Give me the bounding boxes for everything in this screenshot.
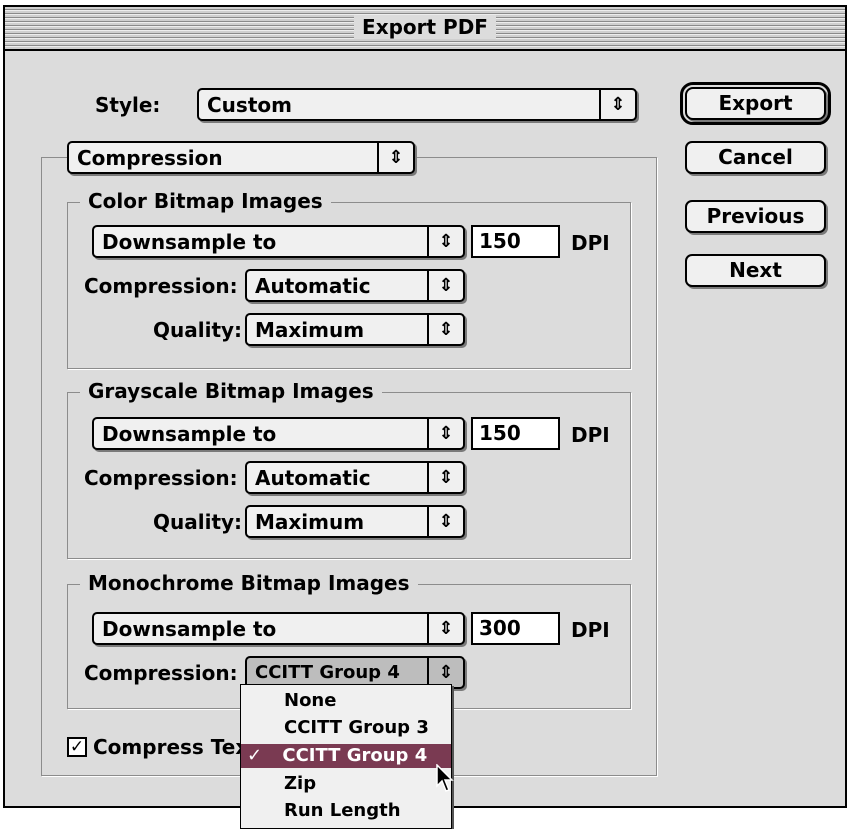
updown-arrows-icon: ⇕: [427, 315, 463, 344]
grayscale-downsample-popup[interactable]: Downsample to ⇕: [92, 417, 465, 450]
color-quality-label: Quality:: [153, 318, 243, 342]
checkmark-icon: ✓: [247, 745, 263, 766]
updown-arrows-icon: ⇕: [427, 271, 463, 300]
mono-compression-label: Compression:: [84, 661, 238, 685]
updown-arrows-icon: ⇕: [427, 658, 463, 687]
mono-downsample-popup[interactable]: Downsample to ⇕: [92, 612, 465, 645]
menu-item-run-length[interactable]: Run Length: [241, 799, 451, 823]
grayscale-downsample-value: Downsample to: [102, 422, 277, 446]
grayscale-compression-label: Compression:: [84, 466, 238, 490]
color-compression-value: Automatic: [255, 274, 371, 298]
menu-item-label: CCITT Group 4: [282, 745, 428, 766]
grayscale-dpi-field[interactable]: 150: [471, 417, 560, 450]
cancel-button[interactable]: Cancel: [685, 141, 826, 174]
mono-dpi-field[interactable]: 300: [471, 612, 560, 645]
mono-downsample-value: Downsample to: [102, 617, 277, 641]
grayscale-compression-popup[interactable]: Automatic ⇕: [245, 461, 465, 494]
color-compression-label: Compression:: [84, 274, 238, 298]
color-compression-popup[interactable]: Automatic ⇕: [245, 269, 465, 302]
mono-compression-value: CCITT Group 4: [255, 662, 400, 683]
style-label: Style:: [95, 93, 161, 117]
grayscale-quality-popup[interactable]: Maximum ⇕: [245, 505, 465, 538]
color-downsample-value: Downsample to: [102, 230, 277, 254]
previous-button[interactable]: Previous: [685, 200, 826, 233]
menu-item-zip[interactable]: Zip: [241, 772, 451, 796]
color-dpi-unit: DPI: [571, 231, 610, 255]
menu-item-none[interactable]: None: [241, 689, 451, 713]
section-popup[interactable]: Compression ⇕: [67, 141, 415, 174]
compress-text-checkbox[interactable]: ✓: [67, 737, 87, 757]
menu-item-ccitt-group-4[interactable]: ✓ CCITT Group 4: [241, 744, 451, 768]
compress-text-label[interactable]: Compress Tex: [93, 735, 248, 759]
updown-arrows-icon: ⇕: [427, 227, 463, 256]
menu-item-ccitt-group-3[interactable]: CCITT Group 3: [241, 716, 451, 740]
section-value: Compression: [77, 146, 223, 170]
next-button[interactable]: Next: [685, 254, 826, 287]
updown-arrows-icon: ⇕: [427, 463, 463, 492]
style-value: Custom: [207, 93, 292, 117]
grayscale-quality-label: Quality:: [153, 510, 243, 534]
updown-arrows-icon: ⇕: [427, 419, 463, 448]
compression-dropdown-menu: None CCITT Group 3 ✓ CCITT Group 4 Zip R…: [240, 684, 452, 829]
checkmark-icon: ✓: [69, 737, 85, 757]
mono-dpi-unit: DPI: [571, 618, 610, 642]
style-popup[interactable]: Custom ⇕: [197, 88, 637, 121]
grayscale-dpi-unit: DPI: [571, 423, 610, 447]
color-group-title: Color Bitmap Images: [80, 189, 331, 213]
color-downsample-popup[interactable]: Downsample to ⇕: [92, 225, 465, 258]
color-quality-value: Maximum: [255, 318, 365, 342]
updown-arrows-icon: ⇕: [427, 507, 463, 536]
title-bar[interactable]: Export PDF: [5, 7, 845, 51]
color-quality-popup[interactable]: Maximum ⇕: [245, 313, 465, 346]
grayscale-group-title: Grayscale Bitmap Images: [80, 379, 382, 403]
monochrome-group-title: Monochrome Bitmap Images: [80, 571, 418, 595]
grayscale-compression-value: Automatic: [255, 466, 371, 490]
color-dpi-field[interactable]: 150: [471, 225, 560, 258]
arrow-cursor-icon: [436, 764, 454, 792]
export-button[interactable]: Export: [680, 82, 831, 125]
window-title: Export PDF: [354, 15, 496, 39]
updown-arrows-icon: ⇕: [599, 90, 635, 119]
updown-arrows-icon: ⇕: [427, 614, 463, 643]
grayscale-quality-value: Maximum: [255, 510, 365, 534]
updown-arrows-icon: ⇕: [377, 143, 413, 172]
